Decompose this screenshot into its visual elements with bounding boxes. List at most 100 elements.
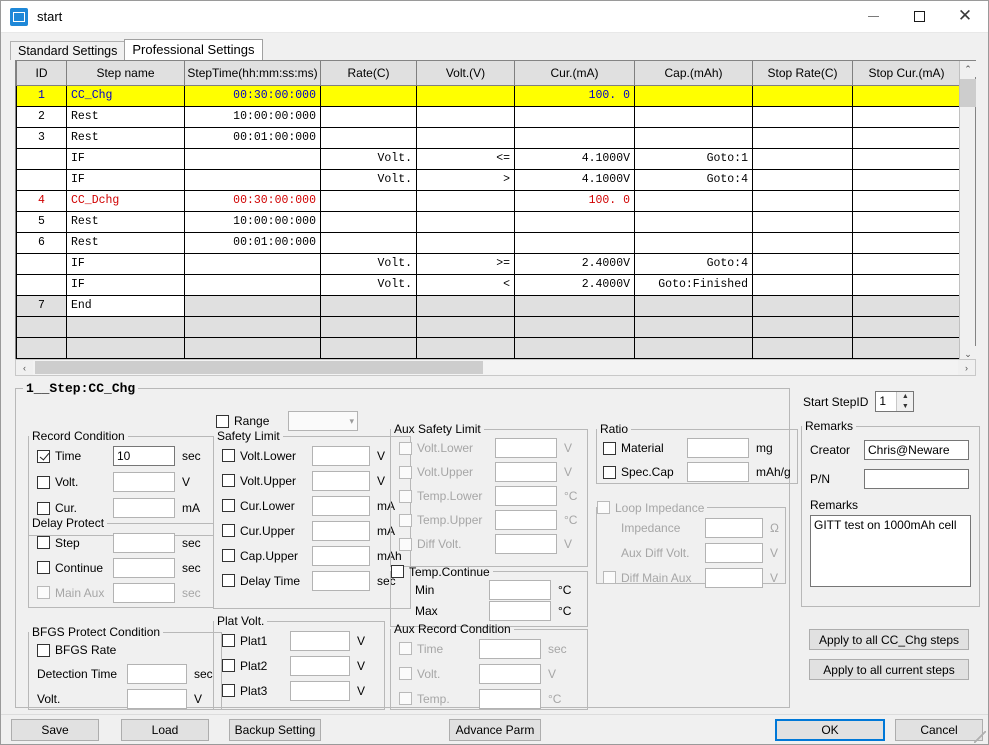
- cell-stoprate[interactable]: [752, 105, 853, 128]
- load-button[interactable]: Load: [121, 719, 209, 741]
- input-plat2[interactable]: [290, 655, 350, 676]
- input-plat3[interactable]: [290, 680, 350, 701]
- cell-cur[interactable]: 4.1000V: [514, 168, 635, 191]
- cell-cur[interactable]: 2.4000V: [514, 273, 635, 296]
- bfgs-rate-checkbox[interactable]: [37, 643, 50, 657]
- cell-stoprate[interactable]: [752, 147, 853, 170]
- checkbox-cap-upper[interactable]: [222, 549, 235, 562]
- input-volt[interactable]: [479, 663, 541, 684]
- close-button[interactable]: ✕: [942, 1, 988, 33]
- cell-id[interactable]: [16, 273, 67, 296]
- cell-rate[interactable]: [320, 84, 417, 107]
- input-max[interactable]: [489, 600, 551, 621]
- cell-stoprate[interactable]: [752, 168, 853, 191]
- cell-stopcur[interactable]: [852, 294, 959, 317]
- table-row[interactable]: IF Volt. <2.4000V Goto:Finished: [16, 273, 959, 296]
- stepper-up-icon[interactable]: ▲: [897, 392, 914, 402]
- cell-rate[interactable]: [320, 105, 417, 128]
- cell-rate[interactable]: Volt.: [320, 252, 417, 275]
- table-row[interactable]: 3 Rest 00:01:00:000: [16, 126, 959, 149]
- cell-time[interactable]: 00:01:00:000: [184, 231, 321, 254]
- input-step[interactable]: [113, 532, 175, 553]
- cell-volt[interactable]: <=: [416, 147, 515, 170]
- cell-time[interactable]: [184, 147, 321, 170]
- cell-name[interactable]: Rest: [66, 126, 185, 149]
- cell-rate[interactable]: [320, 210, 417, 233]
- cell-cap[interactable]: [634, 84, 753, 107]
- cell-rate[interactable]: Volt.: [320, 147, 417, 170]
- cell-id[interactable]: [16, 315, 67, 338]
- input-time[interactable]: [113, 446, 175, 466]
- cell-volt[interactable]: [416, 294, 515, 317]
- cell-rate[interactable]: [320, 315, 417, 338]
- input-diff-main-aux[interactable]: [705, 567, 763, 588]
- checkbox-plat1[interactable]: [222, 634, 235, 647]
- table-row[interactable]: 1 CC_Chg 00:30:00:000 100. 0: [16, 84, 959, 107]
- remarks-textarea[interactable]: GITT test on 1000mAh cell: [810, 515, 971, 587]
- cell-cur[interactable]: 4.1000V: [514, 147, 635, 170]
- cell-stoprate[interactable]: [752, 210, 853, 233]
- cell-time[interactable]: [184, 168, 321, 191]
- cell-rate[interactable]: [320, 231, 417, 254]
- checkbox-main-aux[interactable]: [37, 586, 50, 599]
- checkbox-material[interactable]: [603, 441, 616, 455]
- cell-volt[interactable]: [416, 231, 515, 254]
- table-row[interactable]: 2 Rest 10:00:00:000: [16, 105, 959, 128]
- cell-rate[interactable]: [320, 126, 417, 149]
- cell-cap[interactable]: Goto:4: [634, 168, 753, 191]
- range-checkbox[interactable]: [216, 414, 229, 428]
- vscroll-track[interactable]: [960, 77, 976, 346]
- cell-stopcur[interactable]: [852, 168, 959, 191]
- cell-name[interactable]: End: [66, 294, 185, 317]
- checkbox-diff-volt[interactable]: [399, 537, 412, 551]
- checkbox-cur-upper[interactable]: [222, 524, 235, 537]
- cell-stoprate[interactable]: [752, 126, 853, 149]
- cell-stopcur[interactable]: [852, 105, 959, 128]
- col-header-steptime[interactable]: StepTime(hh:mm:ss:ms): [184, 61, 321, 86]
- cell-id[interactable]: 1: [16, 84, 67, 107]
- cell-volt[interactable]: [416, 210, 515, 233]
- input-aux-diff-volt[interactable]: [705, 542, 763, 563]
- cell-cap[interactable]: [634, 315, 753, 338]
- cell-stopcur[interactable]: [852, 315, 959, 338]
- cell-cap[interactable]: Goto:4: [634, 252, 753, 275]
- maximize-button[interactable]: [896, 1, 942, 33]
- advance-parm-button[interactable]: Advance Parm: [449, 719, 541, 741]
- tab-standard-settings[interactable]: Standard Settings: [10, 41, 126, 60]
- hscroll-track[interactable]: [33, 360, 958, 375]
- apply-to-all-current-steps-button[interactable]: Apply to all current steps: [809, 659, 969, 680]
- cell-id[interactable]: 2: [16, 105, 67, 128]
- cell-stoprate[interactable]: [752, 294, 853, 317]
- checkbox-temp-upper[interactable]: [399, 513, 412, 527]
- checkbox-volt-lower[interactable]: [222, 449, 235, 462]
- cell-id[interactable]: [16, 336, 67, 359]
- input-temp-upper[interactable]: [495, 510, 557, 530]
- cell-volt[interactable]: [416, 189, 515, 212]
- save-button[interactable]: Save: [11, 719, 99, 741]
- input-volt-lower[interactable]: [312, 445, 370, 466]
- start-stepid-stepper[interactable]: 1 ▲ ▼: [875, 391, 915, 412]
- cell-time[interactable]: 00:30:00:000: [184, 84, 321, 107]
- apply-to-all-cc-chg-steps-button[interactable]: Apply to all CC_Chg steps: [809, 629, 969, 650]
- cell-cur[interactable]: [514, 294, 635, 317]
- input-plat1[interactable]: [290, 630, 350, 651]
- cell-time[interactable]: [184, 273, 321, 296]
- cell-volt[interactable]: [416, 105, 515, 128]
- cell-time[interactable]: 10:00:00:000: [184, 210, 321, 233]
- cell-stopcur[interactable]: [852, 189, 959, 212]
- pn-input[interactable]: [864, 468, 969, 489]
- hscroll-thumb[interactable]: [35, 361, 483, 374]
- checkbox-cur-lower[interactable]: [222, 499, 235, 512]
- cell-name[interactable]: CC_Dchg: [66, 189, 185, 212]
- cell-volt[interactable]: [416, 126, 515, 149]
- checkbox-volt-upper[interactable]: [222, 474, 235, 487]
- cell-stopcur[interactable]: [852, 210, 959, 233]
- scroll-left-icon[interactable]: ‹: [16, 360, 33, 375]
- cell-cap[interactable]: Goto:1: [634, 147, 753, 170]
- cell-name[interactable]: [66, 336, 185, 359]
- cell-id[interactable]: 7: [16, 294, 67, 317]
- vscroll-thumb[interactable]: [960, 79, 976, 107]
- col-header-rate[interactable]: Rate(C): [320, 61, 417, 86]
- checkbox-time[interactable]: [37, 449, 50, 463]
- cell-time[interactable]: [184, 315, 321, 338]
